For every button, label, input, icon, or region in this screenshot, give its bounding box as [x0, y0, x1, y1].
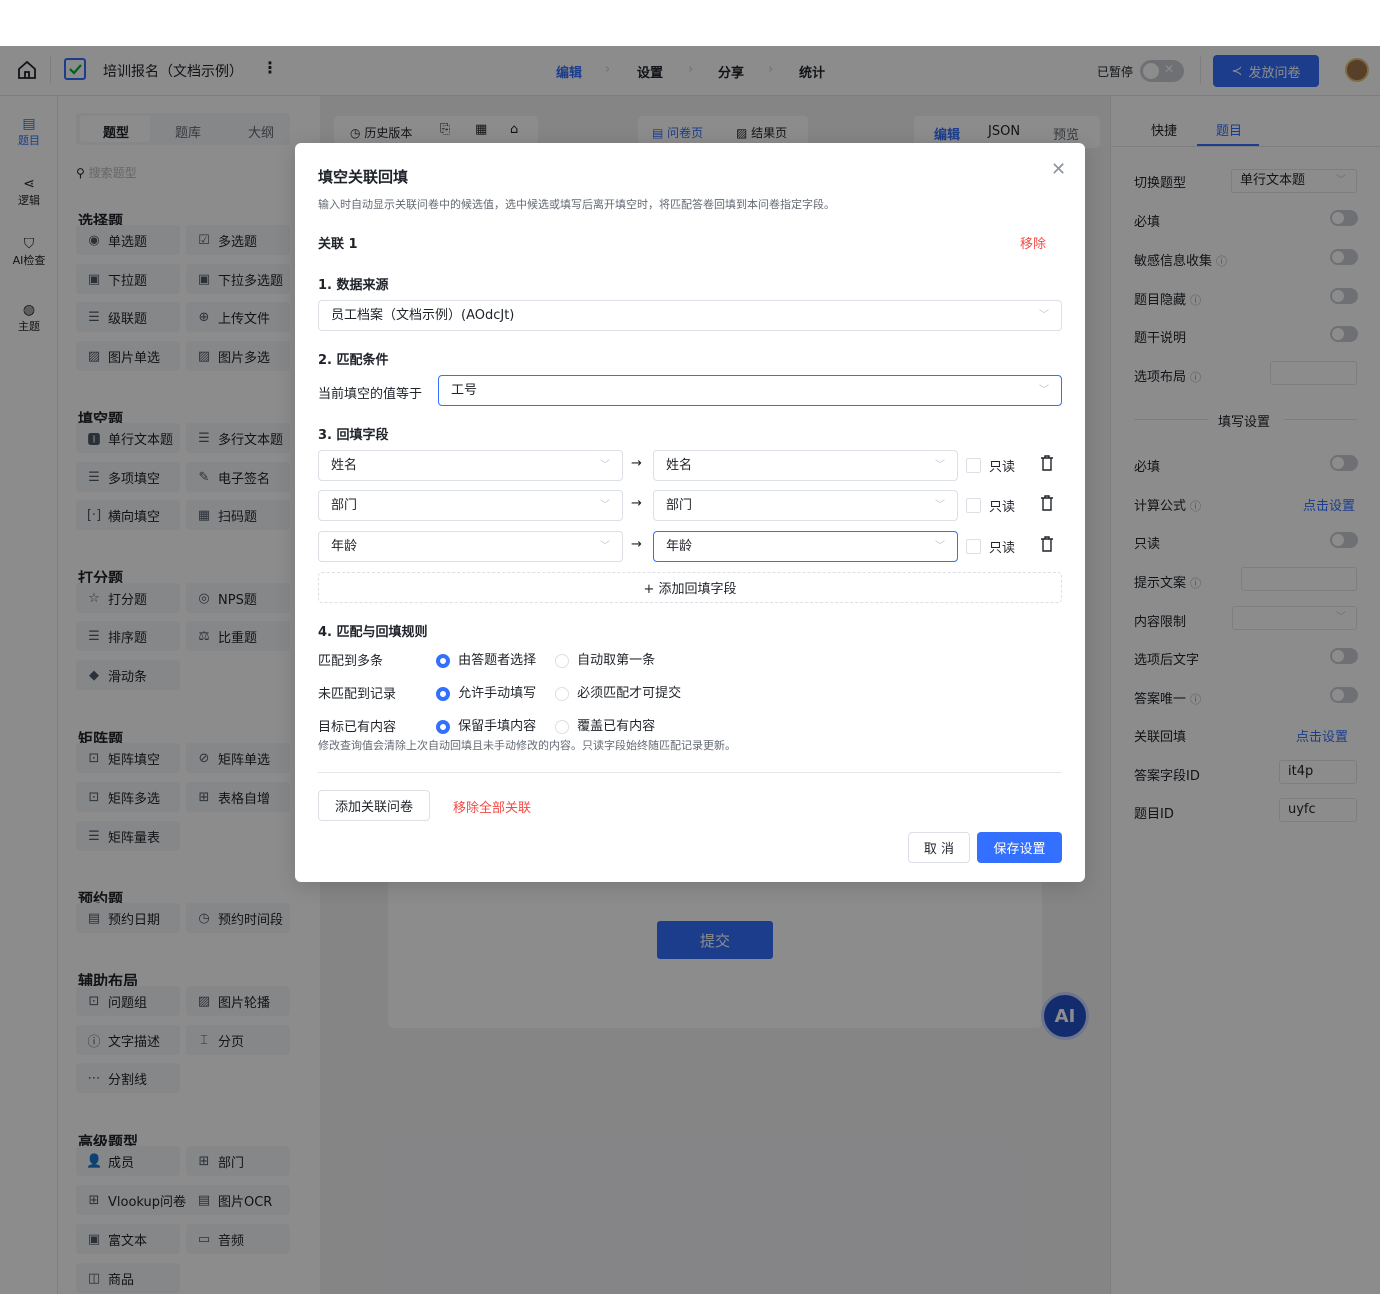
arrow-right-icon: →	[631, 456, 642, 471]
radio-on-icon	[436, 686, 450, 701]
association-title: 关联 1	[318, 237, 358, 252]
save-button[interactable]: 保存设置	[977, 832, 1062, 863]
readonly-label: 只读	[989, 500, 1016, 515]
condition-label: 当前填空的值等于	[318, 387, 423, 402]
chevron-down-icon: ﹀	[600, 500, 610, 511]
rule-label: 匹配到多条	[318, 654, 384, 669]
readonly-label: 只读	[989, 460, 1016, 475]
remove-all-link[interactable]: 移除全部关联	[453, 797, 531, 816]
remove-association-link[interactable]: 移除	[1020, 233, 1046, 252]
radio-off-icon	[555, 719, 569, 734]
chevron-down-icon: ﹀	[935, 541, 945, 552]
add-field-button[interactable]: + 添加回填字段	[318, 572, 1062, 603]
chevron-down-icon: ﹀	[935, 500, 945, 511]
radio-off-icon	[555, 686, 569, 701]
rule-label: 未匹配到记录	[318, 687, 397, 702]
chevron-down-icon: ﹀	[1039, 310, 1049, 321]
section-data-source: 1. 数据来源	[318, 278, 389, 293]
autofill-modal: 填空关联回填 ✕ 输入时自动显示关联问卷中的候选值，选中候选或填写后离开填空时，…	[295, 143, 1085, 882]
rule-option[interactable]: 自动取第一条	[555, 649, 655, 668]
add-association-button[interactable]: 添加关联问卷	[318, 790, 430, 821]
radio-off-icon	[555, 653, 569, 668]
rule-option-selected[interactable]: 允许手动填写	[436, 682, 536, 701]
chevron-down-icon: ﹀	[935, 460, 945, 471]
chevron-down-icon: ﹀	[600, 541, 610, 552]
rules-note: 修改查询值会清除上次自动回填且未手动修改的内容。只读字段始终随匹配记录更新。	[318, 739, 736, 752]
section-fill-fields: 3. 回填字段	[318, 428, 389, 443]
source-field-select[interactable]: 年龄 ﹀	[318, 531, 623, 562]
source-field-select[interactable]: 姓名 ﹀	[318, 450, 623, 481]
target-field-select[interactable]: 姓名 ﹀	[653, 450, 958, 481]
source-field-select[interactable]: 部门 ﹀	[318, 490, 623, 521]
rule-option-selected[interactable]: 保留手填内容	[436, 715, 536, 734]
rule-option[interactable]: 覆盖已有内容	[555, 715, 655, 734]
top-overlay	[0, 46, 1380, 96]
modal-description: 输入时自动显示关联问卷中的候选值，选中候选或填写后离开填空时，将匹配答卷回填到本…	[318, 198, 835, 211]
readonly-checkbox[interactable]	[966, 539, 981, 554]
radio-on-icon	[436, 653, 450, 668]
readonly-checkbox[interactable]	[966, 458, 981, 473]
section-match-condition: 2. 匹配条件	[318, 353, 389, 368]
trash-icon[interactable]	[1040, 495, 1054, 515]
cancel-button[interactable]: 取 消	[908, 832, 970, 863]
arrow-right-icon: →	[631, 537, 642, 552]
chevron-down-icon: ﹀	[600, 460, 610, 471]
condition-field-select[interactable]: 工号 ﹀	[438, 375, 1062, 406]
rule-option[interactable]: 必须匹配才可提交	[555, 682, 681, 701]
data-source-select[interactable]: 员工档案（文档示例）(AOdcJt) ﹀	[318, 300, 1062, 331]
section-rules: 4. 匹配与回填规则	[318, 625, 428, 640]
readonly-label: 只读	[989, 541, 1016, 556]
target-field-select[interactable]: 部门 ﹀	[653, 490, 958, 521]
close-icon[interactable]: ✕	[1051, 159, 1066, 180]
modal-title: 填空关联回填	[318, 168, 409, 186]
trash-icon[interactable]	[1040, 536, 1054, 556]
trash-icon[interactable]	[1040, 455, 1054, 475]
radio-on-icon	[436, 719, 450, 734]
readonly-checkbox[interactable]	[966, 498, 981, 513]
rule-label: 目标已有内容	[318, 720, 397, 735]
rule-option-selected[interactable]: 由答题者选择	[436, 649, 536, 668]
chevron-down-icon: ﹀	[1039, 385, 1049, 396]
arrow-right-icon: →	[631, 496, 642, 511]
target-field-select[interactable]: 年龄 ﹀	[653, 531, 958, 562]
